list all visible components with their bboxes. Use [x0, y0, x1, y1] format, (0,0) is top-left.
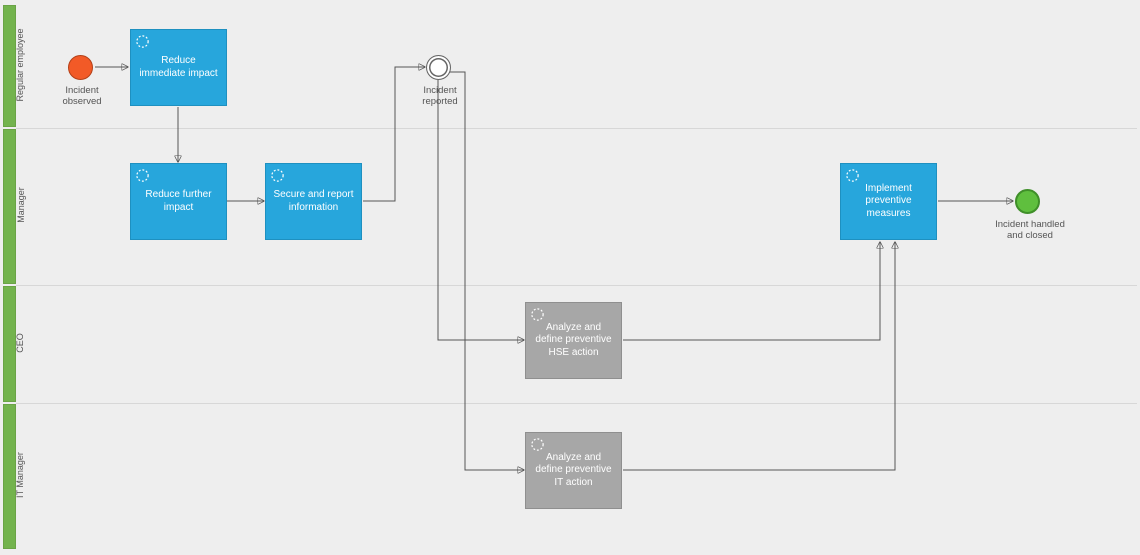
lane-divider — [16, 403, 1137, 404]
lane-bar-manager — [3, 129, 16, 284]
task-label: Reduce further impact — [137, 189, 220, 214]
subprocess-icon — [530, 437, 545, 452]
lane-label-manager: Manager — [16, 170, 26, 240]
task-analyze-hse-action[interactable]: Analyze and define preventive HSE action — [525, 302, 622, 379]
lane-label-ceo: CEO — [15, 318, 25, 368]
lane-label-it-manager: IT Manager — [15, 435, 25, 515]
subprocess-icon — [845, 168, 860, 183]
task-label: Reduce immediate impact — [137, 55, 220, 80]
lane-divider — [16, 285, 1137, 286]
task-analyze-it-action[interactable]: Analyze and define preventive IT action — [525, 432, 622, 509]
end-event-incident-handled[interactable] — [1015, 189, 1040, 214]
lane-divider — [16, 128, 1137, 129]
task-label: Implement preventive measures — [847, 183, 930, 221]
subprocess-icon — [135, 34, 150, 49]
task-label: Analyze and define preventive IT action — [532, 452, 615, 490]
task-reduce-immediate-impact[interactable]: Reduce immediate impact — [130, 29, 227, 106]
intermediate-event-incident-reported[interactable] — [426, 55, 451, 80]
end-event-label: Incident handled and closed — [990, 219, 1070, 242]
start-event-label: Incident observed — [52, 85, 112, 108]
start-event-incident-observed[interactable] — [68, 55, 93, 80]
subprocess-icon — [530, 307, 545, 322]
task-reduce-further-impact[interactable]: Reduce further impact — [130, 163, 227, 240]
subprocess-icon — [135, 168, 150, 183]
task-label: Analyze and define preventive HSE action — [532, 322, 615, 360]
task-implement-preventive-measures[interactable]: Implement preventive measures — [840, 163, 937, 240]
lane-label-regular-employee: Regular employee — [15, 10, 25, 120]
intermediate-event-label: Incident reported — [410, 85, 470, 108]
subprocess-icon — [270, 168, 285, 183]
task-label: Secure and report information — [272, 189, 355, 214]
task-secure-report-information[interactable]: Secure and report information — [265, 163, 362, 240]
